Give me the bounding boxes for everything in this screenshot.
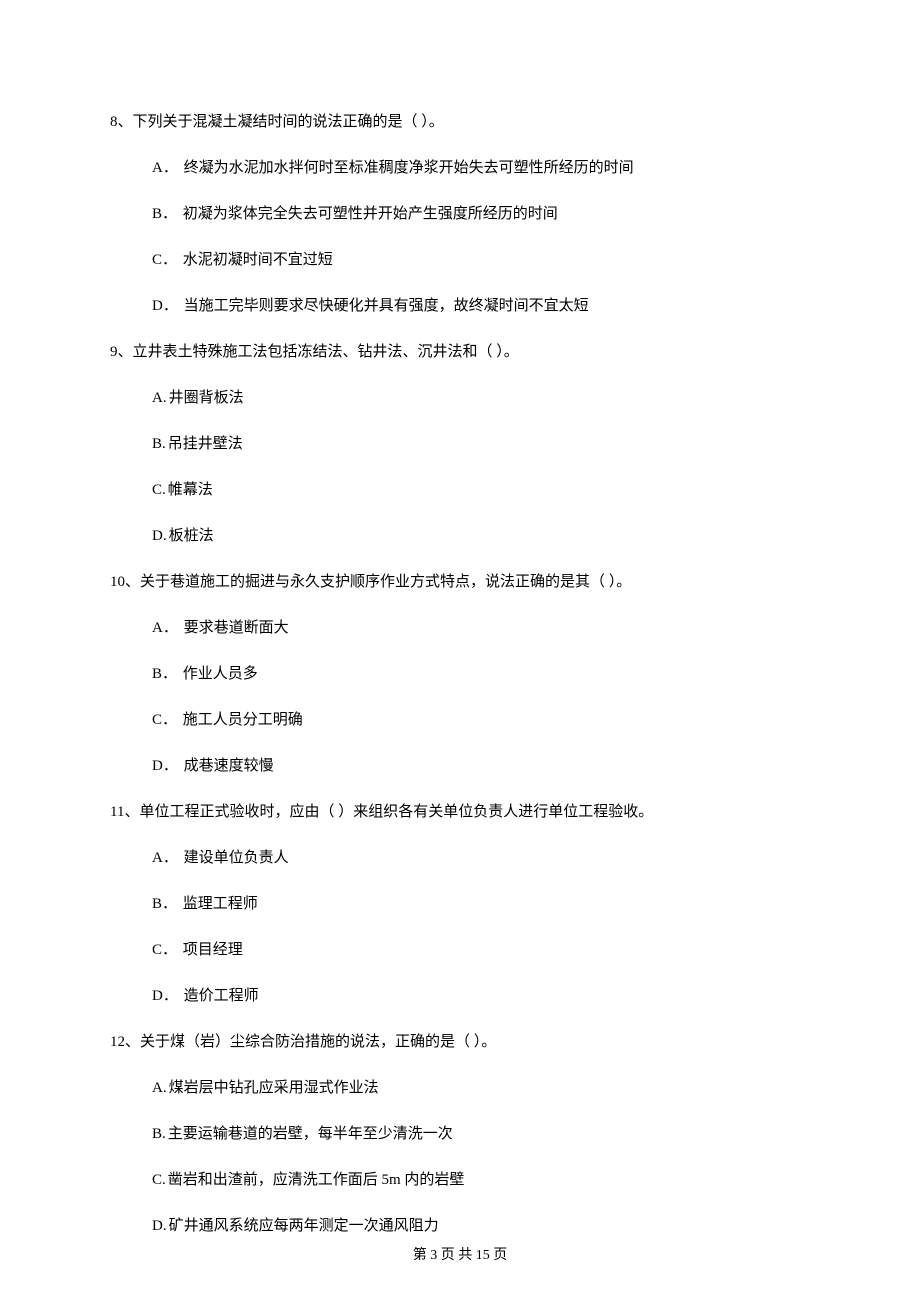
- option: B.吊挂井壁法: [152, 432, 810, 456]
- option-label: D．: [152, 298, 178, 314]
- option: A． 建设单位负责人: [152, 846, 810, 870]
- option-label: D．: [152, 988, 178, 1004]
- option: C． 项目经理: [152, 938, 810, 962]
- option-text: 井圈背板法: [169, 390, 244, 406]
- option-label: B．: [152, 896, 177, 912]
- question-stem: 10、关于巷道施工的掘进与永久支护顺序作业方式特点，说法正确的是其（ ）。: [110, 570, 810, 594]
- page-footer: 第 3 页 共 15 页: [0, 1244, 920, 1264]
- question-number: 8、: [110, 114, 133, 130]
- question-text: 关于煤（岩）尘综合防治措施的说法，正确的是（ ）。: [140, 1034, 496, 1050]
- option: C． 水泥初凝时间不宜过短: [152, 248, 810, 272]
- question-text: 单位工程正式验收时，应由（ ）来组织各有关单位负责人进行单位工程验收。: [139, 804, 653, 820]
- option-label: A．: [152, 620, 178, 636]
- option-label: D.: [152, 1218, 167, 1234]
- option-text: 监理工程师: [183, 896, 258, 912]
- option: C． 施工人员分工明确: [152, 708, 810, 732]
- question-number: 12、: [110, 1034, 140, 1050]
- option-text: 终凝为水泥加水拌何时至标准稠度净浆开始失去可塑性所经历的时间: [184, 160, 634, 176]
- question-stem: 9、立井表土特殊施工法包括冻结法、钻井法、沉井法和（ ）。: [110, 340, 810, 364]
- option-label: D.: [152, 528, 167, 544]
- option-text: 板桩法: [169, 528, 214, 544]
- option-label: C．: [152, 252, 177, 268]
- option: D． 造价工程师: [152, 984, 810, 1008]
- option-text: 施工人员分工明确: [183, 712, 303, 728]
- option: B.主要运输巷道的岩壁，每半年至少清洗一次: [152, 1122, 810, 1146]
- question-number: 10、: [110, 574, 140, 590]
- option: B． 作业人员多: [152, 662, 810, 686]
- option-text: 吊挂井壁法: [168, 436, 243, 452]
- option: D． 成巷速度较慢: [152, 754, 810, 778]
- option-label: B.: [152, 1126, 166, 1142]
- option-text: 造价工程师: [184, 988, 259, 1004]
- option-label: A．: [152, 850, 178, 866]
- option-label: B.: [152, 436, 166, 452]
- option-label: C．: [152, 712, 177, 728]
- option: C.帷幕法: [152, 478, 810, 502]
- option: D.板桩法: [152, 524, 810, 548]
- option-text: 当施工完毕则要求尽快硬化并具有强度，故终凝时间不宜太短: [184, 298, 589, 314]
- option-label: A.: [152, 1080, 167, 1096]
- question-text: 关于巷道施工的掘进与永久支护顺序作业方式特点，说法正确的是其（ ）。: [140, 574, 631, 590]
- option-label: D．: [152, 758, 178, 774]
- option-text: 要求巷道断面大: [184, 620, 289, 636]
- option-text: 矿井通风系统应每两年测定一次通风阻力: [169, 1218, 439, 1234]
- option-text: 初凝为浆体完全失去可塑性并开始产生强度所经历的时间: [183, 206, 558, 222]
- option: D.矿井通风系统应每两年测定一次通风阻力: [152, 1214, 810, 1238]
- document-page: 8、下列关于混凝土凝结时间的说法正确的是（ ）。 A． 终凝为水泥加水拌何时至标…: [0, 0, 920, 1302]
- option: A.煤岩层中钻孔应采用湿式作业法: [152, 1076, 810, 1100]
- option-label: A．: [152, 160, 178, 176]
- question-stem: 12、关于煤（岩）尘综合防治措施的说法，正确的是（ ）。: [110, 1030, 810, 1054]
- option-text: 水泥初凝时间不宜过短: [183, 252, 333, 268]
- option-text: 项目经理: [183, 942, 243, 958]
- option-text: 煤岩层中钻孔应采用湿式作业法: [169, 1080, 379, 1096]
- option-text: 凿岩和出渣前，应清洗工作面后 5m 内的岩壁: [168, 1172, 465, 1188]
- option-label: B．: [152, 666, 177, 682]
- option-text: 帷幕法: [168, 482, 213, 498]
- question-stem: 11、单位工程正式验收时，应由（ ）来组织各有关单位负责人进行单位工程验收。: [110, 800, 810, 824]
- question-text: 立井表土特殊施工法包括冻结法、钻井法、沉井法和（ ）。: [133, 344, 519, 360]
- option: A.井圈背板法: [152, 386, 810, 410]
- option: C.凿岩和出渣前，应清洗工作面后 5m 内的岩壁: [152, 1168, 810, 1192]
- option: D． 当施工完毕则要求尽快硬化并具有强度，故终凝时间不宜太短: [152, 294, 810, 318]
- option-label: B．: [152, 206, 177, 222]
- question-number: 9、: [110, 344, 133, 360]
- option-text: 建设单位负责人: [184, 850, 289, 866]
- question-text: 下列关于混凝土凝结时间的说法正确的是（ ）。: [133, 114, 444, 130]
- option-label: A.: [152, 390, 167, 406]
- option: B． 初凝为浆体完全失去可塑性并开始产生强度所经历的时间: [152, 202, 810, 226]
- option-label: C.: [152, 1172, 166, 1188]
- question-number: 11、: [110, 804, 139, 820]
- question-stem: 8、下列关于混凝土凝结时间的说法正确的是（ ）。: [110, 110, 810, 134]
- option: A． 要求巷道断面大: [152, 616, 810, 640]
- option: B． 监理工程师: [152, 892, 810, 916]
- option-text: 作业人员多: [183, 666, 258, 682]
- option-label: C.: [152, 482, 166, 498]
- option: A． 终凝为水泥加水拌何时至标准稠度净浆开始失去可塑性所经历的时间: [152, 156, 810, 180]
- option-text: 主要运输巷道的岩壁，每半年至少清洗一次: [168, 1126, 453, 1142]
- option-text: 成巷速度较慢: [184, 758, 274, 774]
- option-label: C．: [152, 942, 177, 958]
